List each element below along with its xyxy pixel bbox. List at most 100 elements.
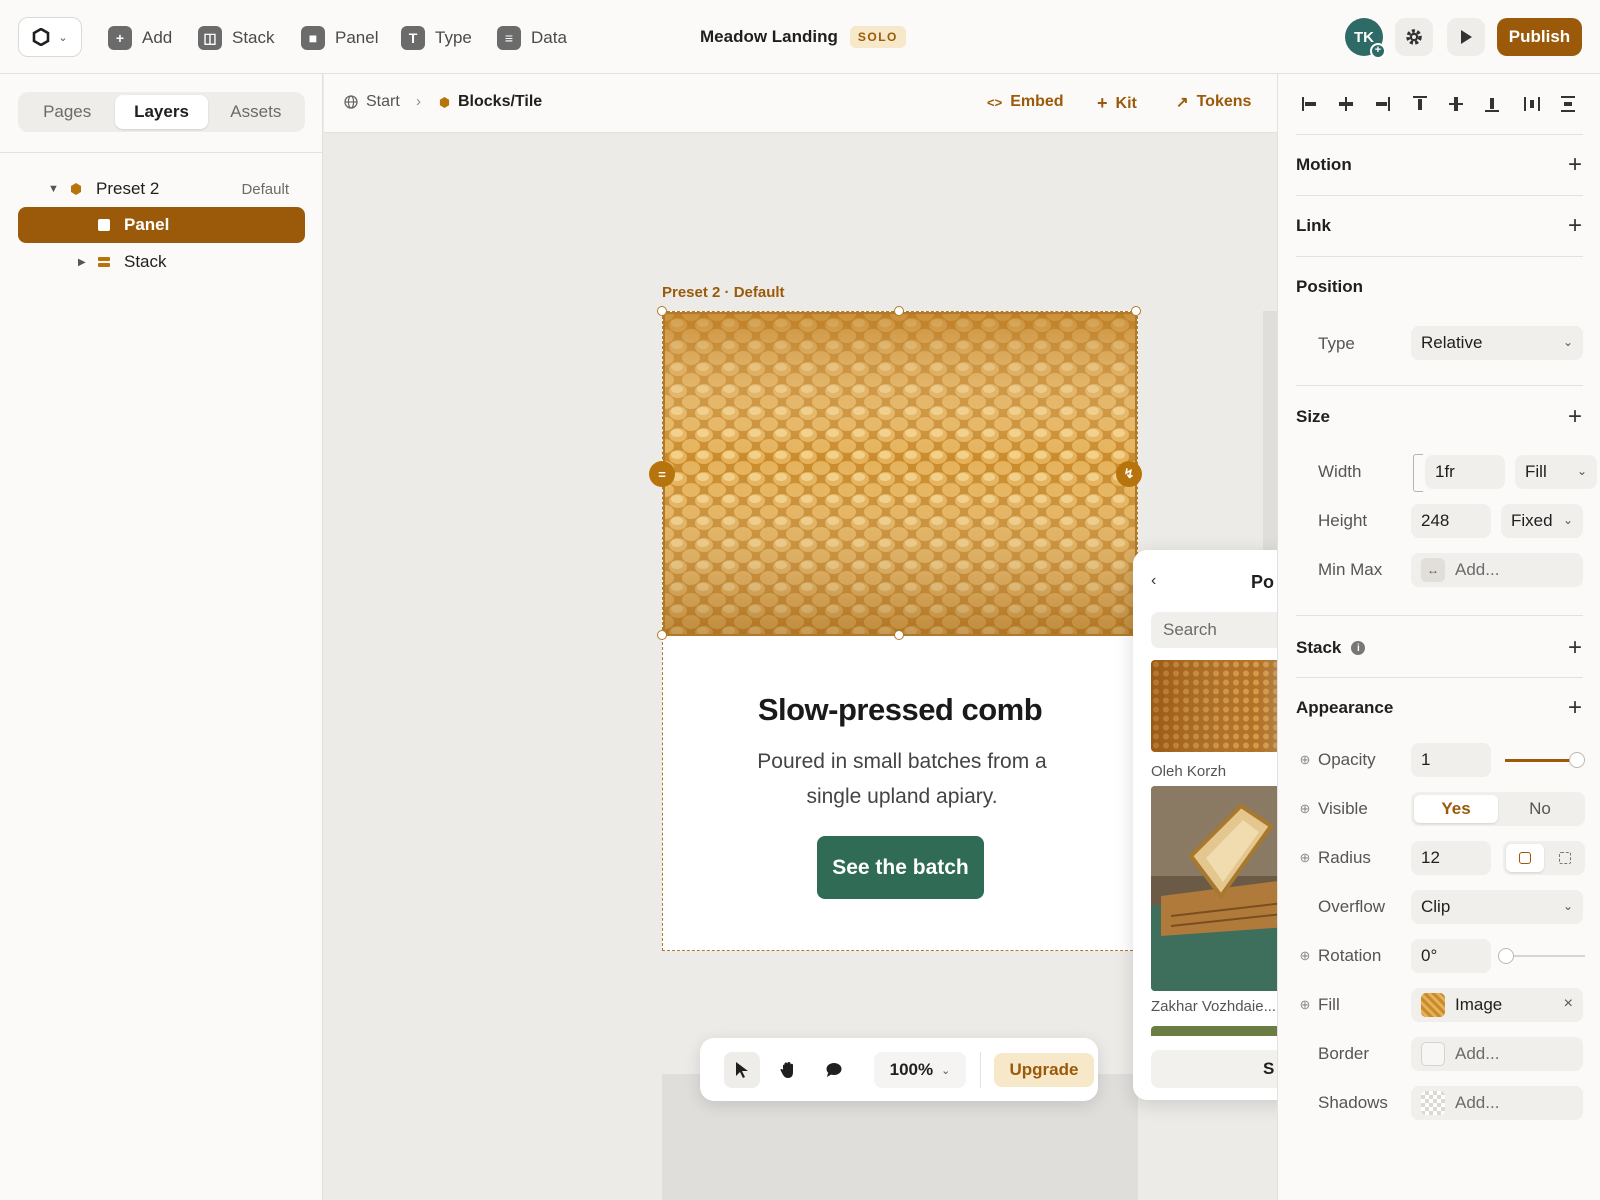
shadows-field[interactable]: Add...: [1411, 1086, 1583, 1120]
select-tool-button[interactable]: [724, 1052, 760, 1088]
rotation-input[interactable]: 0°: [1411, 939, 1491, 973]
fill-field[interactable]: Image ×: [1411, 988, 1583, 1022]
tab-assets[interactable]: Assets: [210, 95, 302, 129]
aspect-link-bracket-icon[interactable]: [1413, 454, 1423, 492]
align-right-icon[interactable]: [1368, 90, 1396, 118]
info-icon[interactable]: i: [1351, 641, 1366, 655]
radius-input[interactable]: 12: [1411, 841, 1491, 875]
kit-button[interactable]: + Kit: [1097, 93, 1137, 114]
resize-handle-bottom-left[interactable]: [657, 630, 667, 640]
stock-photo-thumbnail[interactable]: [1151, 786, 1277, 991]
align-center-vertical-icon[interactable]: [1442, 90, 1470, 118]
layer-item-panel[interactable]: Panel: [18, 207, 305, 243]
opacity-slider[interactable]: [1505, 750, 1585, 770]
visible-yes-option[interactable]: Yes: [1414, 795, 1498, 823]
resize-handle-top[interactable]: [894, 306, 904, 316]
stack-handle-icon[interactable]: =: [649, 461, 675, 487]
section-link[interactable]: Link: [1296, 216, 1331, 236]
settings-button[interactable]: [1395, 18, 1433, 56]
position-type-select[interactable]: Relative ⌄: [1411, 326, 1583, 360]
width-input[interactable]: 1fr: [1425, 455, 1505, 489]
picker-action-button[interactable]: S: [1151, 1050, 1277, 1088]
add-stack-plus-icon[interactable]: +: [1568, 636, 1582, 660]
slider-knob[interactable]: [1498, 948, 1514, 964]
breadcrumb-start[interactable]: Start: [344, 93, 400, 111]
opacity-input[interactable]: 1: [1411, 743, 1491, 777]
align-center-horizontal-icon[interactable]: [1332, 90, 1360, 118]
data-tool-button[interactable]: ≡ Data: [497, 24, 567, 52]
radius-uniform-option[interactable]: [1506, 844, 1544, 872]
radius-mode-toggle: [1503, 841, 1585, 875]
image-search-input[interactable]: Search: [1151, 612, 1277, 648]
min-max-field[interactable]: ↔ Add...: [1411, 553, 1583, 587]
publish-button[interactable]: Publish: [1497, 18, 1582, 56]
resize-handle-top-left[interactable]: [657, 306, 667, 316]
panel-tool-button[interactable]: ■ Panel: [301, 24, 378, 52]
component-icon: [71, 183, 81, 195]
overflow-select[interactable]: Clip ⌄: [1411, 890, 1583, 924]
zoom-select[interactable]: 100% ⌄: [874, 1052, 966, 1088]
align-left-icon[interactable]: [1296, 90, 1324, 118]
border-field[interactable]: Add...: [1411, 1037, 1583, 1071]
lightning-handle-icon[interactable]: ↯: [1116, 461, 1142, 487]
hand-tool-button[interactable]: [770, 1052, 806, 1088]
stock-photo-thumbnail[interactable]: [1151, 1026, 1277, 1036]
tile-card[interactable]: = ↯ Slow-pressed comb Poured in small ba…: [649, 306, 1142, 951]
align-top-icon[interactable]: [1406, 90, 1434, 118]
align-bottom-icon[interactable]: [1478, 90, 1506, 118]
user-avatar[interactable]: TK +: [1345, 18, 1386, 59]
canvas[interactable]: Start › Blocks/Tile <> Embed + Kit ↗ Tok…: [324, 74, 1277, 1200]
add-variable-icon[interactable]: ⊕: [1296, 752, 1314, 768]
expand-caret-icon[interactable]: ▼: [48, 183, 59, 195]
slider-knob[interactable]: [1569, 752, 1585, 768]
add-motion-plus-icon[interactable]: +: [1568, 153, 1582, 177]
resize-handle-top-right[interactable]: [1131, 306, 1141, 316]
add-link-plus-icon[interactable]: +: [1568, 214, 1582, 238]
add-tool-button[interactable]: + Add: [108, 24, 172, 52]
rotation-label: ⊕ Rotation: [1296, 946, 1382, 966]
height-mode-select[interactable]: Fixed ⌄: [1501, 504, 1583, 538]
layer-item-preset-2[interactable]: ▼ Preset 2 Default: [18, 171, 305, 207]
tab-pages[interactable]: Pages: [21, 95, 113, 129]
embed-button[interactable]: <> Embed: [987, 93, 1064, 111]
add-size-plus-icon[interactable]: +: [1568, 405, 1582, 429]
frame-label[interactable]: Preset 2 · Default: [662, 284, 785, 301]
distribute-horizontal-icon[interactable]: [1518, 90, 1546, 118]
layer-item-stack[interactable]: ▶ Stack: [18, 244, 305, 280]
add-variable-icon[interactable]: ⊕: [1296, 801, 1314, 817]
radius-individual-option[interactable]: [1548, 844, 1582, 872]
tab-layers[interactable]: Layers: [115, 95, 208, 129]
project-name: Meadow Landing: [700, 27, 838, 46]
back-chevron-icon[interactable]: ‹: [1151, 572, 1156, 590]
tokens-button[interactable]: ↗ Tokens: [1176, 93, 1251, 111]
add-variable-icon[interactable]: ⊕: [1296, 850, 1314, 866]
distribute-vertical-icon[interactable]: [1554, 90, 1582, 118]
honeycomb-image[interactable]: [663, 312, 1137, 636]
breadcrumb-current[interactable]: Blocks/Tile: [439, 93, 542, 111]
collapse-caret-icon[interactable]: ▶: [78, 257, 86, 268]
stock-photo-thumbnail[interactable]: [1151, 660, 1277, 752]
remove-fill-close-icon[interactable]: ×: [1564, 995, 1573, 1013]
add-variable-icon[interactable]: ⊕: [1296, 948, 1314, 964]
position-type-label: Type: [1318, 334, 1355, 353]
rotation-slider[interactable]: [1498, 946, 1585, 966]
section-motion[interactable]: Motion: [1296, 155, 1352, 175]
layer-label: Preset 2: [96, 179, 160, 198]
visible-no-option[interactable]: No: [1498, 795, 1582, 823]
card-title[interactable]: Slow-pressed comb: [663, 692, 1137, 728]
stack-tool-button[interactable]: ◫ Stack: [198, 24, 275, 52]
section-stack: Stack i: [1296, 638, 1366, 658]
type-tool-button[interactable]: T Type: [401, 24, 472, 52]
upgrade-button[interactable]: Upgrade: [994, 1053, 1094, 1087]
resize-handle-bottom[interactable]: [894, 630, 904, 640]
comment-tool-button[interactable]: [816, 1052, 852, 1088]
see-the-batch-button[interactable]: See the batch: [817, 836, 984, 899]
add-variable-icon[interactable]: ⊕: [1296, 997, 1314, 1013]
width-mode-select[interactable]: Fill ⌄: [1515, 455, 1597, 489]
preview-button[interactable]: [1447, 18, 1485, 56]
app-menu-button[interactable]: ⌄: [18, 17, 82, 57]
add-appearance-plus-icon[interactable]: +: [1568, 696, 1582, 720]
project-title[interactable]: Meadow Landing SOLO: [700, 26, 906, 48]
height-input[interactable]: 248: [1411, 504, 1491, 538]
card-body-text[interactable]: Poured in small batches from a single up…: [743, 744, 1061, 814]
